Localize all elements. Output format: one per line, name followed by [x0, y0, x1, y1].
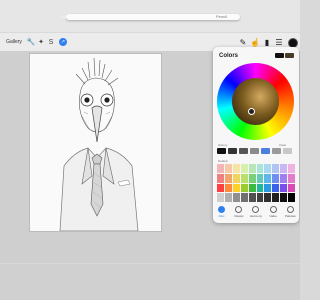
s-selection-icon[interactable]: S	[47, 36, 55, 48]
tab-value[interactable]: Value	[265, 206, 281, 222]
desk-background-bottom	[0, 264, 300, 300]
colors-panel: Colors History Clear Default Disc Classic…	[213, 47, 299, 223]
palette-swatch[interactable]	[264, 173, 272, 183]
tab-label: Palettes	[284, 214, 296, 218]
palette-swatch[interactable]	[264, 183, 272, 193]
tab-label: Harmony	[249, 214, 263, 218]
palette-swatch[interactable]	[248, 164, 256, 173]
arrow-transform-icon[interactable]: ↗	[59, 38, 67, 46]
palettes-icon	[286, 206, 294, 213]
colors-mode-tabs: Disc Classic Harmony Value Palettes	[213, 206, 299, 222]
palette-swatch[interactable]	[217, 164, 224, 173]
tab-label: Value	[269, 214, 277, 218]
classic-icon	[235, 206, 243, 213]
palette-swatch[interactable]	[224, 173, 232, 183]
history-swatch[interactable]	[283, 148, 292, 154]
palette-swatch[interactable]	[224, 193, 232, 202]
tab-classic[interactable]: Classic	[231, 206, 247, 222]
harmony-icon	[252, 206, 260, 213]
history-swatch[interactable]	[217, 148, 226, 154]
palette-swatch[interactable]	[256, 183, 264, 193]
palette-swatch[interactable]	[288, 183, 295, 193]
palette-swatch[interactable]	[240, 164, 248, 173]
palette-swatch[interactable]	[232, 164, 240, 173]
palette-swatch[interactable]	[280, 173, 288, 183]
palette-swatch[interactable]	[248, 173, 256, 183]
palette-swatch[interactable]	[248, 183, 256, 193]
disc-icon	[218, 206, 226, 213]
primary-color-swatch[interactable]	[275, 53, 284, 58]
palette-swatch[interactable]	[256, 173, 264, 183]
palette-swatch[interactable]	[256, 193, 264, 202]
history-swatch[interactable]	[272, 148, 281, 154]
color-disc[interactable]	[217, 63, 294, 140]
saturation-brightness-disc[interactable]	[232, 78, 279, 125]
artwork-canvas[interactable]	[30, 54, 161, 231]
history-label: History	[218, 143, 228, 147]
palette-label: Default	[218, 159, 228, 163]
bird-in-suit-illustration	[30, 54, 161, 231]
palette-swatch[interactable]	[280, 164, 288, 173]
pencil-tip	[59, 15, 66, 19]
tab-disc[interactable]: Disc	[214, 206, 230, 222]
history-swatch[interactable]	[250, 148, 259, 154]
tab-label: Classic	[233, 214, 244, 218]
magic-wand-icon[interactable]: ✦	[37, 36, 45, 48]
tab-harmony[interactable]: Harmony	[248, 206, 264, 222]
apple-pencil: Pencil	[59, 14, 240, 20]
history-clear-button[interactable]: Clear	[279, 143, 286, 147]
palette-swatch[interactable]	[264, 164, 272, 173]
palette-swatch[interactable]	[272, 193, 280, 202]
colors-title: Colors	[219, 53, 239, 59]
palette-swatch[interactable]	[256, 164, 264, 173]
secondary-color-swatch[interactable]	[285, 53, 294, 58]
palette-swatch[interactable]	[232, 193, 240, 202]
palette-swatch[interactable]	[280, 183, 288, 193]
palette-swatch[interactable]	[217, 173, 224, 183]
palette-swatch[interactable]	[240, 183, 248, 193]
tab-label: Disc	[218, 214, 225, 218]
color-picker-knob[interactable]	[248, 108, 255, 115]
palette-swatch[interactable]	[280, 193, 288, 202]
ipad-screen: Gallery 🔧 ✦ S ↗ ✎ ☝ ▮ ☰ Colors History C…	[0, 33, 300, 263]
palette-swatch[interactable]	[240, 193, 248, 202]
color-history	[217, 148, 292, 154]
palette-swatch[interactable]	[272, 173, 280, 183]
palette-swatch[interactable]	[272, 164, 280, 173]
palette-swatch[interactable]	[224, 164, 232, 173]
palette-swatch[interactable]	[288, 173, 295, 183]
gallery-button[interactable]: Gallery	[3, 36, 25, 48]
pencil-brand: Pencil	[216, 14, 227, 19]
color-palette	[217, 164, 295, 202]
tab-palettes[interactable]: Palettes	[282, 206, 298, 222]
palette-swatch[interactable]	[224, 183, 232, 193]
palette-swatch[interactable]	[232, 183, 240, 193]
palette-swatch[interactable]	[288, 193, 295, 202]
palette-swatch[interactable]	[217, 183, 224, 193]
history-swatch[interactable]	[261, 148, 270, 154]
history-swatch[interactable]	[228, 148, 237, 154]
palette-swatch[interactable]	[232, 173, 240, 183]
palette-swatch[interactable]	[248, 193, 256, 202]
palette-swatch[interactable]	[288, 164, 295, 173]
palette-swatch[interactable]	[240, 173, 248, 183]
value-icon	[269, 206, 277, 213]
history-swatch[interactable]	[239, 148, 248, 154]
palette-swatch[interactable]	[272, 183, 280, 193]
palette-swatch[interactable]	[264, 193, 272, 202]
wrench-icon[interactable]: 🔧	[27, 36, 36, 48]
palette-swatch[interactable]	[217, 193, 224, 202]
